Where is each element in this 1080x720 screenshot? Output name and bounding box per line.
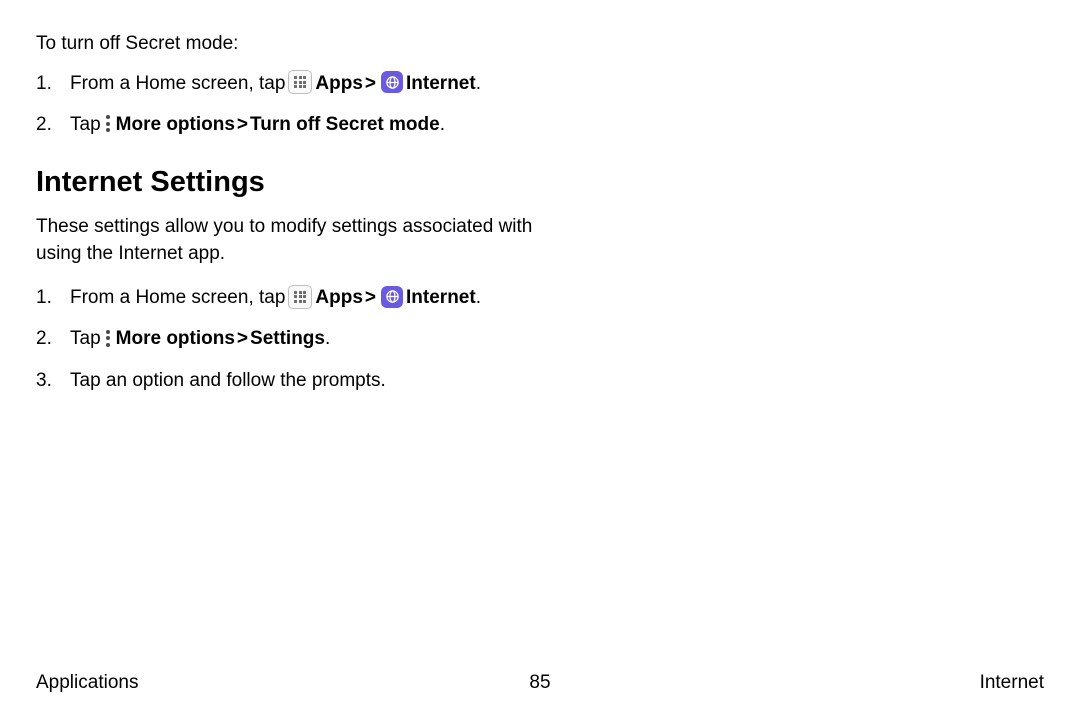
steps-internet-settings: 1. From a Home screen, tap Apps > Intern… — [36, 284, 1044, 395]
step-end: . — [476, 70, 481, 98]
step-end: . — [440, 111, 445, 139]
chevron-right-icon: > — [237, 325, 248, 353]
step-2: 2. Tap More options > Turn off Secret mo… — [36, 111, 1044, 139]
more-options-label: More options — [116, 325, 235, 353]
apps-icon — [288, 285, 312, 309]
internet-label: Internet — [406, 70, 476, 98]
more-options-label: More options — [116, 111, 235, 139]
page-number: 85 — [529, 672, 550, 694]
apps-label: Apps — [315, 284, 363, 312]
step-3: 3. Tap an option and follow the prompts. — [36, 367, 1044, 395]
step-text: Tap — [70, 111, 101, 139]
action-label: Settings — [250, 325, 325, 353]
section-heading: Internet Settings — [36, 161, 1044, 203]
step-text: From a Home screen, tap — [70, 70, 285, 98]
step-1: 1. From a Home screen, tap Apps > Intern… — [36, 70, 1044, 98]
footer-left: Applications — [36, 672, 138, 694]
chevron-right-icon: > — [237, 111, 248, 139]
step-end: . — [476, 284, 481, 312]
step-number: 3. — [36, 367, 70, 395]
action-label: Turn off Secret mode — [250, 111, 440, 139]
internet-icon — [381, 71, 403, 93]
steps-turn-off: 1. From a Home screen, tap Apps > Intern… — [36, 70, 1044, 139]
step-2: 2. Tap More options > Settings . — [36, 325, 1044, 353]
internet-icon — [381, 286, 403, 308]
chevron-right-icon: > — [365, 284, 376, 312]
step-text: Tap an option and follow the prompts. — [70, 367, 386, 395]
step-number: 2. — [36, 111, 70, 139]
step-number: 1. — [36, 70, 70, 98]
page-footer: Applications 85 Internet — [36, 672, 1044, 694]
section-description: These settings allow you to modify setti… — [36, 213, 576, 268]
document-page: To turn off Secret mode: 1. From a Home … — [0, 0, 1080, 394]
internet-label: Internet — [406, 284, 476, 312]
apps-label: Apps — [315, 70, 363, 98]
step-number: 2. — [36, 325, 70, 353]
more-options-icon — [103, 114, 113, 134]
step-1: 1. From a Home screen, tap Apps > Intern… — [36, 284, 1044, 312]
intro-text: To turn off Secret mode: — [36, 30, 1044, 58]
apps-icon — [288, 70, 312, 94]
step-text: Tap — [70, 325, 101, 353]
step-number: 1. — [36, 284, 70, 312]
chevron-right-icon: > — [365, 70, 376, 98]
more-options-icon — [103, 328, 113, 348]
step-text: From a Home screen, tap — [70, 284, 285, 312]
step-end: . — [325, 325, 330, 353]
footer-right: Internet — [980, 672, 1044, 694]
